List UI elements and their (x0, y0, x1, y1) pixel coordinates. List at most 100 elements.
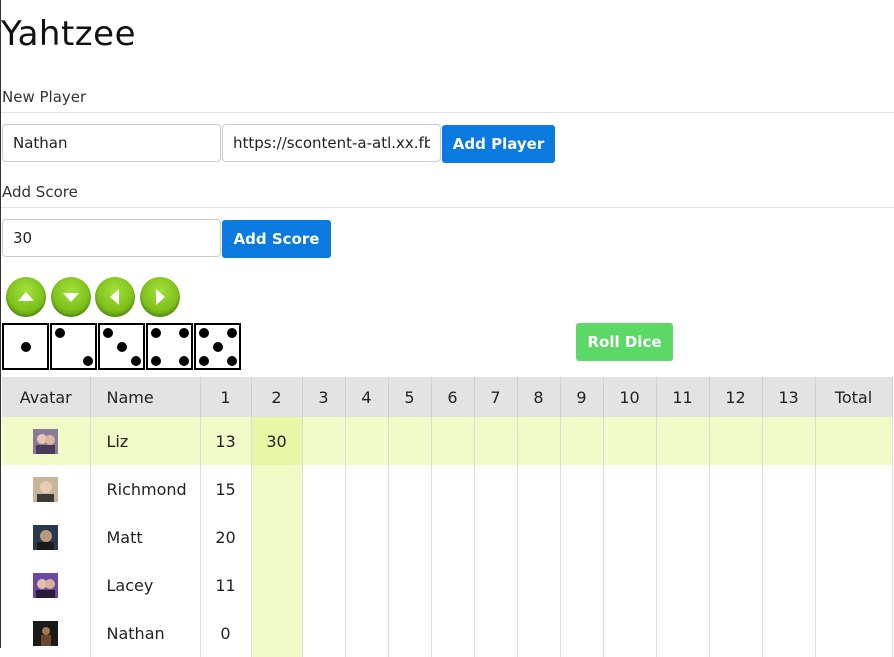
score-cell (517, 465, 561, 513)
score-cell (709, 561, 763, 609)
column-header[interactable]: 13 (762, 377, 816, 417)
score-cell (517, 417, 561, 465)
die-two[interactable] (50, 323, 97, 370)
die-pip (117, 342, 127, 352)
table-row[interactable]: Matt 20 (2, 513, 893, 561)
score-cell (302, 513, 346, 561)
score-cell: 20 (200, 513, 252, 561)
score-cell (603, 465, 657, 513)
player-name: Lacey (90, 561, 201, 609)
die-pip (213, 342, 223, 352)
column-header[interactable]: Avatar (2, 377, 91, 417)
column-header[interactable]: 10 (603, 377, 657, 417)
add-score-button[interactable]: Add Score (222, 220, 331, 258)
column-header[interactable]: Name (90, 377, 201, 417)
score-cell (762, 465, 816, 513)
column-header[interactable]: Total (815, 377, 893, 417)
die-pip (227, 356, 237, 366)
score-cell (709, 609, 763, 657)
table-header-row: Avatar Name 1 2 3 4 5 6 7 8 9 10 11 12 1… (2, 377, 893, 417)
score-cell (388, 561, 432, 609)
score-cell (474, 417, 518, 465)
player-name-input[interactable] (2, 124, 221, 162)
column-header[interactable]: 2 (251, 377, 303, 417)
die-one[interactable] (2, 323, 49, 370)
score-cell (560, 465, 604, 513)
score-cell (431, 609, 475, 657)
score-cell (517, 609, 561, 657)
arrow-up-icon (18, 292, 34, 301)
arrow-down-button[interactable] (51, 277, 91, 317)
arrow-right-button[interactable] (140, 277, 180, 317)
score-cell (345, 513, 389, 561)
avatar-url-input[interactable] (222, 124, 441, 162)
new-player-label: New Player (2, 88, 87, 106)
score-cell (656, 465, 710, 513)
score-cell (517, 513, 561, 561)
score-cell (302, 465, 346, 513)
scoreboard-table: Avatar Name 1 2 3 4 5 6 7 8 9 10 11 12 1… (2, 377, 893, 657)
table-row[interactable]: Nathan 0 (2, 609, 893, 657)
score-cell (388, 417, 432, 465)
score-cell (388, 513, 432, 561)
column-header[interactable]: 11 (656, 377, 710, 417)
score-cell (603, 609, 657, 657)
score-cell (431, 561, 475, 609)
total-cell (815, 513, 893, 561)
score-cell (431, 513, 475, 561)
score-input[interactable] (2, 219, 221, 257)
column-header[interactable]: 9 (560, 377, 604, 417)
total-cell (815, 417, 893, 465)
score-cell (388, 609, 432, 657)
column-header[interactable]: 6 (431, 377, 475, 417)
die-three[interactable] (98, 323, 145, 370)
avatar (2, 513, 91, 561)
table-row[interactable]: Liz 13 30 (2, 417, 893, 465)
column-header[interactable]: 1 (200, 377, 252, 417)
die-pip (55, 328, 65, 338)
die-pip (83, 356, 93, 366)
score-cell (474, 609, 518, 657)
column-header[interactable]: 8 (517, 377, 561, 417)
score-cell (603, 513, 657, 561)
score-cell (517, 561, 561, 609)
score-cell (302, 609, 346, 657)
table-row[interactable]: Lacey 11 (2, 561, 893, 609)
score-cell: 11 (200, 561, 252, 609)
column-header[interactable]: 3 (302, 377, 346, 417)
roll-dice-button[interactable]: Roll Dice (576, 323, 673, 361)
score-cell (656, 417, 710, 465)
score-cell (431, 465, 475, 513)
score-cell (762, 417, 816, 465)
score-cell: 13 (200, 417, 252, 465)
score-cell: 15 (200, 465, 252, 513)
arrow-left-button[interactable] (95, 277, 135, 317)
avatar (2, 417, 91, 465)
score-cell (560, 609, 604, 657)
score-cell (345, 465, 389, 513)
score-cell (474, 465, 518, 513)
die-five[interactable] (194, 323, 241, 370)
total-cell (815, 465, 893, 513)
column-header[interactable]: 4 (345, 377, 389, 417)
avatar (2, 465, 91, 513)
player-name: Richmond (90, 465, 201, 513)
add-player-button[interactable]: Add Player (442, 125, 555, 163)
score-cell (388, 465, 432, 513)
score-cell (560, 561, 604, 609)
score-cell (709, 417, 763, 465)
column-header[interactable]: 12 (709, 377, 763, 417)
die-pip (179, 356, 189, 366)
player-name: Liz (90, 417, 201, 465)
die-pip (199, 328, 209, 338)
arrow-up-button[interactable] (6, 277, 46, 317)
die-four[interactable] (146, 323, 193, 370)
column-header[interactable]: 5 (388, 377, 432, 417)
die-pip (227, 328, 237, 338)
score-cell (345, 417, 389, 465)
table-row[interactable]: Richmond 15 (2, 465, 893, 513)
die-pip (21, 342, 31, 352)
score-cell (251, 513, 303, 561)
player-name: Nathan (90, 609, 201, 657)
column-header[interactable]: 7 (474, 377, 518, 417)
